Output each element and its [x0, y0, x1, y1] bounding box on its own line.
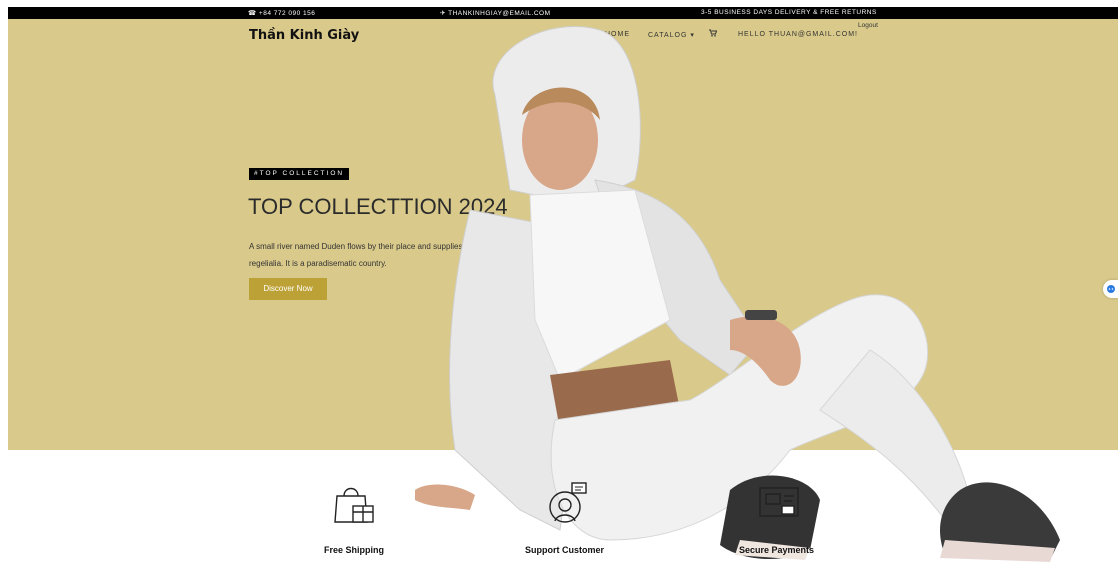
topbar-email[interactable]: ✈ THANKINHGIAY@EMAIL.COM: [440, 9, 550, 17]
feature-free-shipping: Free Shipping: [324, 545, 385, 555]
secure-payment-icon: [758, 484, 802, 529]
feature-secure-payments: Secure Payments: [739, 545, 815, 555]
shopping-bag-gift-icon: [333, 482, 375, 531]
hero-model-image: [415, 26, 1060, 562]
topbar-phone: ☎ +84 772 090 156: [248, 10, 316, 17]
chat-widget-button[interactable]: [1103, 280, 1118, 298]
support-headset-icon: [545, 481, 589, 532]
hero-badge: #TOP COLLECTION: [249, 168, 350, 180]
top-info-bar: ☎ +84 772 090 156 ✈ THANKINHGIAY@EMAIL.C…: [8, 7, 1118, 19]
brand-logo[interactable]: Thần Kinh Giày: [249, 28, 359, 43]
discover-now-button[interactable]: Discover Now: [249, 278, 327, 300]
chat-icon: [1107, 285, 1115, 293]
topbar-delivery: 3-5 BUSINESS DAYS DELIVERY & FREE RETURN…: [701, 9, 877, 16]
feature-support-customer: Support Customer: [525, 545, 605, 555]
